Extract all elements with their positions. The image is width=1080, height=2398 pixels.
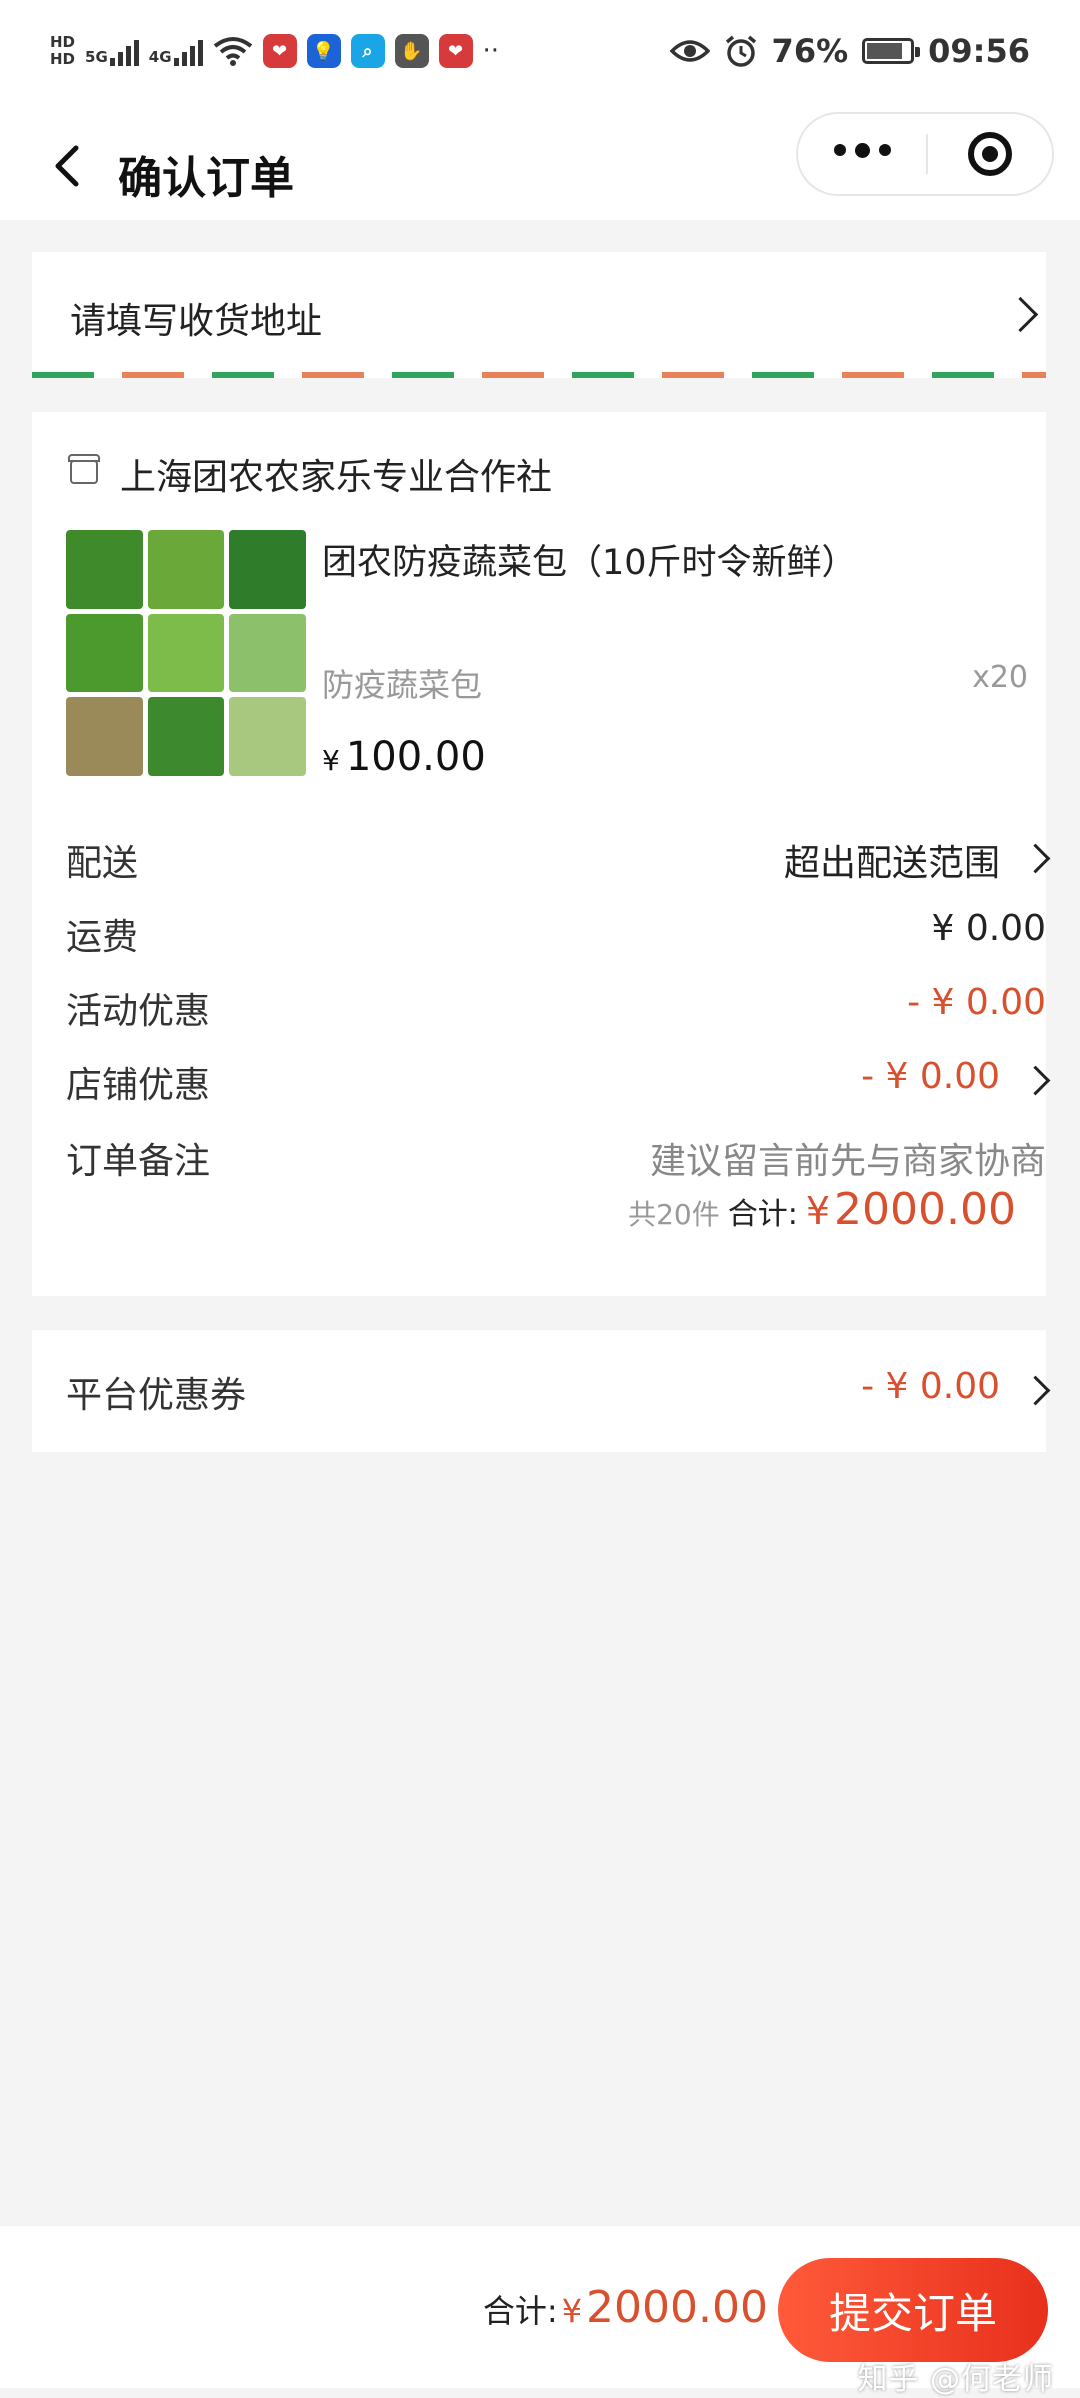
shipping-fee-label: 运费 — [66, 917, 139, 958]
network-label-5g: 5G — [85, 48, 108, 66]
back-arrow-icon[interactable] — [38, 136, 98, 196]
checkout-total-label: 合计: — [482, 2292, 558, 2330]
chevron-right-icon — [1020, 1375, 1051, 1406]
store-discount-label: 店铺优惠 — [66, 1065, 211, 1106]
total-amount-value: 2000.00 — [834, 1184, 1016, 1235]
store-discount-row[interactable]: 店铺优惠 - ¥ 0.00 — [66, 1056, 1051, 1112]
delivery-value: 超出配送范围 — [783, 843, 1000, 884]
delivery-row[interactable]: 配送 超出配送范围 — [66, 834, 1051, 890]
address-selector[interactable]: 请填写收货地址 — [32, 252, 1046, 378]
checkout-total-amount: 2000.00 — [586, 2282, 768, 2333]
address-prompt: 请填写收货地址 — [70, 301, 323, 342]
more-notifications-icon: ·· — [482, 36, 500, 66]
product-spec: 防疫蔬菜包 — [322, 666, 483, 704]
order-total: 共20件 合计: ¥2000.00 — [628, 1184, 1016, 1235]
page-title: 确认订单 — [118, 153, 294, 204]
chevron-right-icon — [1020, 843, 1051, 874]
shipping-fee-row: 运费 ¥ 0.00 — [66, 908, 1046, 964]
capsule-divider — [926, 134, 928, 174]
battery-icon — [862, 38, 921, 64]
total-label: 合计: — [727, 1197, 798, 1232]
platform-coupon-row[interactable]: 平台优惠券 - ¥ 0.00 — [32, 1330, 1051, 1452]
activity-discount-label: 活动优惠 — [66, 991, 211, 1032]
app-notification-icon-2: ❤ — [438, 34, 473, 68]
wifi-icon — [213, 37, 252, 66]
alarm-icon — [725, 35, 756, 67]
order-note-label: 订单备注 — [66, 1141, 211, 1182]
product-image — [66, 530, 306, 776]
mini-program-capsule — [796, 112, 1054, 196]
activity-discount-row: 活动优惠 - ¥ 0.00 — [66, 982, 1046, 1038]
shipping-fee-value: ¥ 0.00 — [931, 908, 1046, 949]
network-label-4g: 4G — [148, 48, 172, 66]
product-price: ¥100.00 — [322, 734, 486, 780]
coupon-row-content: 平台优惠券 - ¥ 0.00 — [66, 1366, 1051, 1422]
battery-fill — [867, 43, 903, 59]
close-mini-program-icon[interactable] — [968, 132, 1012, 176]
signal-4g-icon: 4G — [149, 36, 203, 66]
order-note-row[interactable]: 订单备注 建议留言前先与商家协商 — [66, 1132, 1046, 1188]
eye-icon — [669, 40, 710, 62]
order-card: 上海团农农家乐专业合作社 团农防疫蔬菜包（10斤时令新鲜） 防疫蔬菜包 x20 … — [32, 412, 1051, 1296]
hd-indicator: HD HD — [50, 34, 75, 68]
status-bar: HD HD 5G 4G ❤ 💡 ⌕ ✋ ❤ ·· 76% 09:56 — [0, 0, 1080, 120]
product-name: 团农防疫蔬菜包（10斤时令新鲜） — [322, 543, 857, 583]
clock: 09:56 — [928, 32, 1030, 70]
activity-discount-value: - ¥ 0.00 — [907, 982, 1046, 1023]
lightbulb-app-icon: 💡 — [306, 34, 341, 68]
checkout-total: 合计: ¥ 2000.00 — [483, 2282, 768, 2333]
currency-symbol: ¥ — [805, 1189, 831, 1233]
item-count: 共20件 — [628, 1198, 720, 1231]
total-amount: ¥2000.00 — [806, 1184, 1016, 1235]
store-discount-value: - ¥ 0.00 — [861, 1056, 1000, 1097]
currency-symbol: ¥ — [561, 2292, 583, 2330]
watermark: 知乎 @何老师 — [857, 2362, 1054, 2397]
more-options-icon[interactable] — [834, 143, 891, 158]
signal-5g-icon: 5G — [85, 36, 139, 66]
hd-label-bottom: HD — [50, 50, 76, 68]
currency-symbol: ¥ — [322, 744, 340, 777]
chevron-right-icon — [1002, 296, 1039, 333]
hd-label-top: HD — [50, 33, 76, 51]
chevron-right-icon — [1020, 1065, 1051, 1096]
coupon-label: 平台优惠券 — [66, 1375, 247, 1416]
address-stripe-divider — [32, 372, 1046, 378]
shop-icon — [68, 454, 100, 484]
price-value: 100.00 — [345, 734, 486, 780]
delivery-label: 配送 — [66, 843, 139, 884]
product-quantity: x20 — [972, 660, 1028, 695]
order-note-input[interactable]: 建议留言前先与商家协商 — [650, 1132, 1046, 1184]
app-notification-icon: ❤ — [262, 34, 297, 68]
battery-percentage: 76% — [771, 32, 849, 70]
hand-app-icon: ✋ — [394, 34, 429, 68]
coupon-value: - ¥ 0.00 — [861, 1366, 1000, 1407]
search-app-icon: ⌕ — [350, 34, 385, 68]
submit-order-button[interactable]: 提交订单 — [778, 2258, 1048, 2362]
navigation-bar: 确认订单 — [0, 112, 1080, 220]
shop-name: 上海团农农家乐专业合作社 — [120, 457, 553, 498]
